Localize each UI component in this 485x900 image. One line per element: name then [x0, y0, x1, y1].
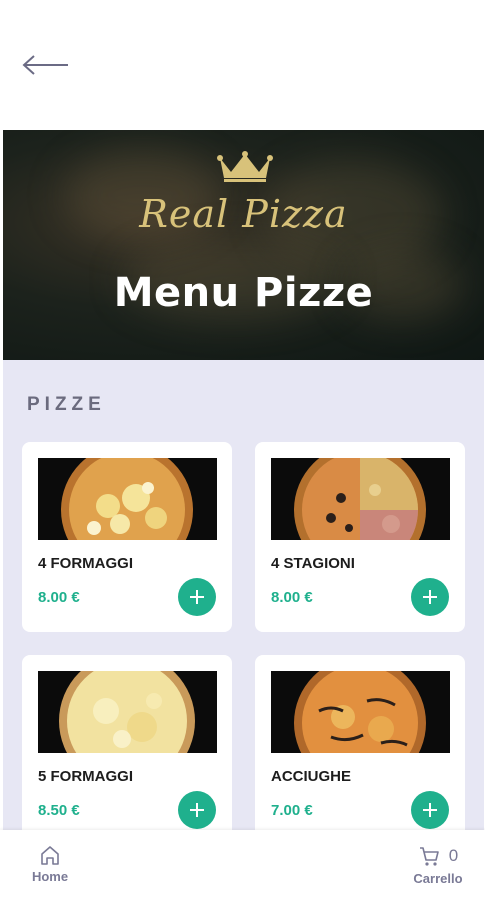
product-list: PIZZE 4 FORMAGGI 8.00 € 4 STAGIONI 8.00 …: [3, 360, 484, 830]
product-name: 5 FORMAGGI: [38, 768, 134, 785]
product-image: [271, 458, 450, 540]
bottom-nav: Home 0 Carrello: [0, 830, 485, 900]
add-to-cart-button[interactable]: [178, 578, 216, 616]
product-image: [38, 671, 217, 753]
nav-cart[interactable]: 0 Carrello: [402, 844, 474, 894]
plus-icon: [190, 803, 204, 817]
crown-icon: [217, 151, 273, 182]
plus-icon: [423, 803, 437, 817]
cart-icon: [419, 847, 439, 866]
nav-home-label: Home: [31, 869, 69, 884]
menu-banner: Real Pizza Menu Pizze: [3, 130, 484, 360]
home-icon: [41, 846, 59, 865]
cart-count: 0: [448, 846, 459, 865]
brand-name: Real Pizza: [139, 192, 348, 236]
add-to-cart-button[interactable]: [411, 578, 449, 616]
plus-icon: [190, 590, 204, 604]
product-name: ACCIUGHE: [271, 768, 352, 785]
product-card[interactable]: 4 FORMAGGI 8.00 €: [22, 442, 232, 632]
product-name: 4 STAGIONI: [271, 555, 355, 572]
plus-icon: [423, 590, 437, 604]
product-card[interactable]: 5 FORMAGGI 8.50 €: [22, 655, 232, 830]
nav-home[interactable]: Home: [22, 844, 78, 894]
nav-cart-label: Carrello: [413, 871, 463, 886]
product-price: 7.00 €: [271, 802, 313, 819]
arrow-left-icon: [22, 55, 68, 75]
add-to-cart-button[interactable]: [178, 791, 216, 829]
product-name: 4 FORMAGGI: [38, 555, 134, 572]
product-card[interactable]: 4 STAGIONI 8.00 €: [255, 442, 465, 632]
app-header: [0, 0, 485, 130]
product-image: [271, 671, 450, 753]
section-title: PIZZE: [27, 394, 106, 415]
banner-title: Menu Pizze: [113, 270, 374, 316]
product-price: 8.00 €: [38, 589, 80, 606]
product-price: 8.50 €: [38, 802, 80, 819]
product-image: [38, 458, 217, 540]
back-button[interactable]: [18, 48, 74, 82]
product-price: 8.00 €: [271, 589, 313, 606]
add-to-cart-button[interactable]: [411, 791, 449, 829]
product-card[interactable]: ACCIUGHE 7.00 €: [255, 655, 465, 830]
